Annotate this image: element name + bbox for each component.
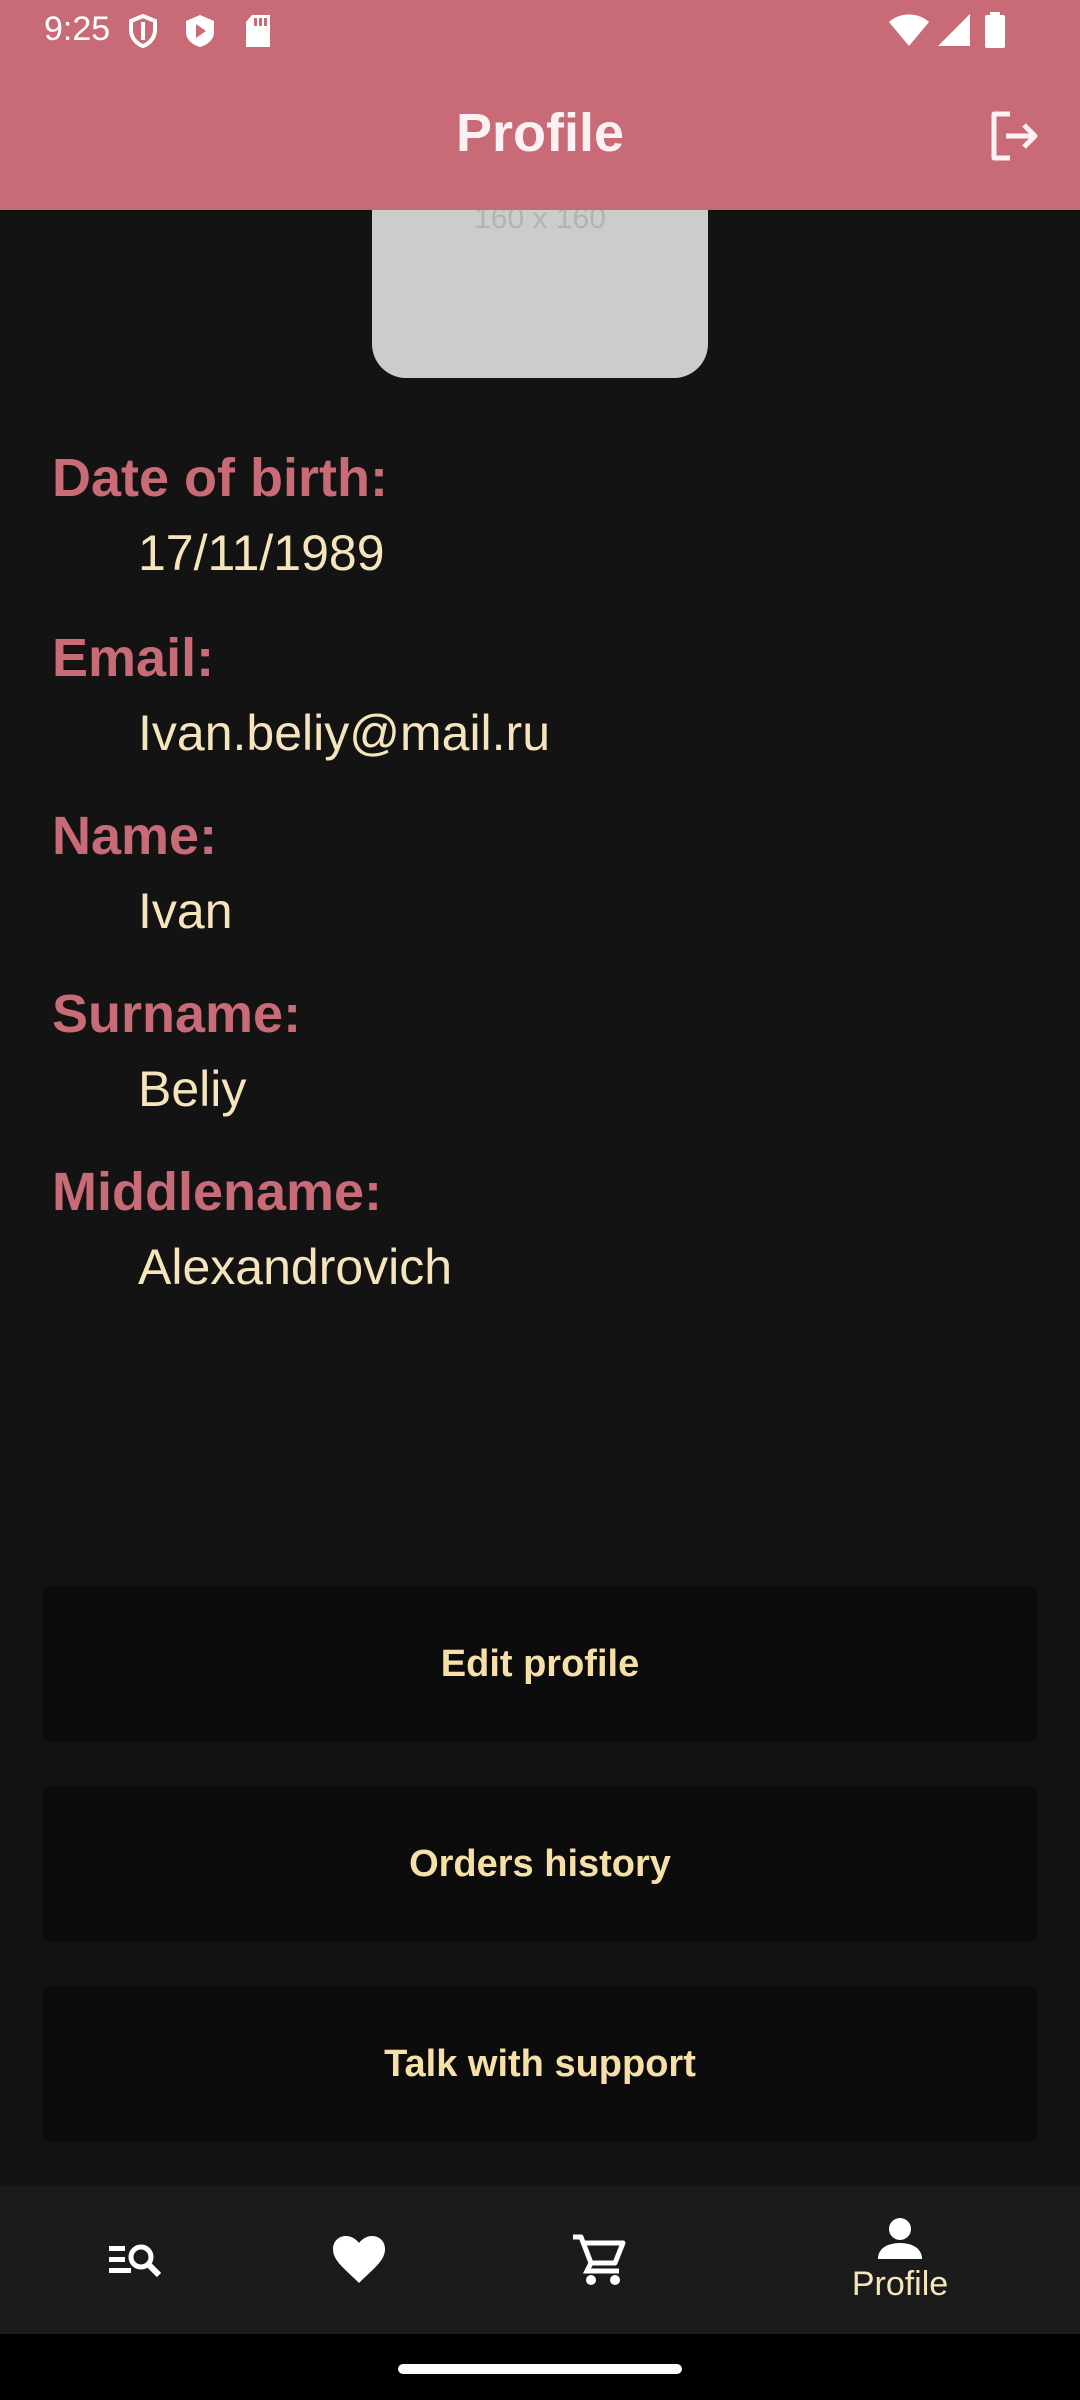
nav-item-profile[interactable]: Profile <box>765 2186 1035 2334</box>
nav-label-profile: Profile <box>851 2264 949 2303</box>
app-bar: Profile <box>0 62 1080 210</box>
avatar-caption: 160 x 160 <box>474 210 606 235</box>
battery-icon <box>984 12 1006 53</box>
avatar: 160 x 160 <box>372 210 708 378</box>
heart-icon <box>333 2236 385 2283</box>
field-middlename: Middlename: Alexandrovich <box>52 1160 452 1298</box>
wifi-icon <box>888 12 930 53</box>
signal-icon <box>936 12 972 53</box>
nav-item-favorites[interactable] <box>224 2186 494 2334</box>
logout-icon <box>991 111 1038 161</box>
field-date-of-birth: Date of birth: 17/11/1989 <box>52 446 388 584</box>
field-label: Middlename: <box>52 1162 383 1222</box>
field-label: Date of birth: <box>52 448 388 508</box>
edit-profile-button[interactable]: Edit profile <box>42 1586 1038 1742</box>
field-value: Alexandrovich <box>138 1239 453 1295</box>
system-gesture-bar <box>0 2334 1080 2400</box>
field-value: Ivan.beliy@mail.ru <box>138 705 551 761</box>
field-surname: Surname: Beliy <box>52 982 301 1120</box>
field-email: Email: Ivan.beliy@mail.ru <box>52 626 550 764</box>
sd-card-icon <box>244 14 272 53</box>
orders-history-button[interactable]: Orders history <box>42 1786 1038 1942</box>
nav-item-cart[interactable] <box>464 2186 734 2334</box>
page-title: Profile <box>455 103 625 163</box>
field-label: Email: <box>52 628 215 688</box>
field-value: Ivan <box>138 883 233 939</box>
field-value: Beliy <box>138 1061 247 1117</box>
status-time: 9:25 <box>44 10 111 48</box>
bottom-navigation: Profile <box>0 2186 1080 2334</box>
field-label: Name: <box>52 806 218 866</box>
person-icon <box>878 2217 922 2259</box>
status-bar: 9:25 <box>0 0 1080 62</box>
field-value: 17/11/1989 <box>138 525 385 581</box>
home-gesture-handle[interactable] <box>398 2364 682 2374</box>
play-icon <box>184 14 216 53</box>
talk-with-support-button[interactable]: Talk with support <box>42 1986 1038 2142</box>
shield-icon <box>128 13 158 53</box>
logout-button[interactable] <box>984 106 1044 166</box>
field-name: Name: Ivan <box>52 804 233 942</box>
search-list-icon <box>109 2244 162 2278</box>
field-label: Surname: <box>52 984 302 1044</box>
cart-icon <box>573 2234 626 2285</box>
